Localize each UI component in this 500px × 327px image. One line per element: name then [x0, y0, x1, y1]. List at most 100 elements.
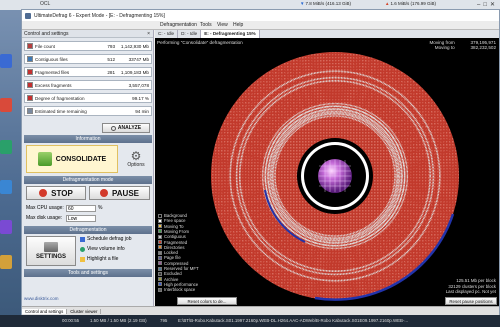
legend-item[interactable]: Background [158, 213, 187, 218]
stat-icon [27, 43, 33, 49]
max-cpu-select[interactable]: 60 [66, 204, 96, 212]
block-info: 125.51 Mb per block 32129 clusters per b… [446, 278, 496, 295]
view-volume-link[interactable]: View volume info [80, 246, 125, 252]
legend-label: Locked [164, 250, 178, 256]
legend-swatch [158, 282, 162, 287]
cluster-viewer: C: - Idle D: - Idle E: - Defragmenting 1… [155, 30, 499, 306]
footer-transfer: 1.50 MB / 1.50 MB (2.19 GB) [90, 318, 147, 323]
desktop-icon-3[interactable] [0, 140, 12, 154]
legend-item[interactable]: Moving From [158, 229, 189, 234]
pause-button[interactable]: PAUSE [89, 186, 150, 200]
stat-icon [27, 108, 33, 114]
legend-item[interactable]: Locked [158, 250, 178, 255]
footer-url[interactable]: www.disktrix.com [24, 296, 59, 301]
highlight-label: Highlight a file [87, 256, 119, 262]
tab-control-settings[interactable]: Control and settings [22, 308, 68, 314]
stat-value: 3,557,078 [128, 82, 149, 88]
stat-row: File count 793 1,142,930 Mb [24, 41, 152, 51]
window-title: UltimateDefrag 6 - Expert Mode - [E: - D… [34, 12, 165, 19]
stat-size: 33747 Mb [128, 56, 149, 62]
pause-icon [100, 189, 109, 197]
desktop-icon-6[interactable] [0, 255, 12, 269]
stat-count: 281 [107, 69, 115, 75]
stat-size: 1,142,930 Mb [120, 43, 149, 49]
reset-pause-button[interactable]: Reset pause positions [445, 297, 497, 305]
stat-icon [27, 95, 33, 101]
disk-map[interactable] [155, 30, 499, 306]
maximize-icon[interactable]: □ [483, 2, 490, 8]
arrow-up-icon: ▲ [385, 1, 390, 6]
net-down-value: 7.8 MiB/s (416.13 GiB) [305, 1, 351, 6]
legend-item[interactable]: Free space [158, 218, 186, 223]
legend-swatch [158, 218, 162, 223]
legend-label: Fragmented [164, 239, 188, 245]
menu-tools[interactable]: Tools [200, 22, 212, 28]
consolidate-icon [37, 152, 52, 166]
stat-icon [27, 56, 33, 62]
schedule-label: Schedule defrag job [87, 236, 132, 242]
menu-view[interactable]: View [217, 22, 228, 28]
close-icon[interactable]: ✕ [490, 2, 498, 8]
stop-icon [39, 189, 48, 197]
legend-item[interactable]: Moving To [158, 224, 184, 229]
last-displayed: Last displayed pc. Not yet [445, 289, 496, 294]
legend-item[interactable]: Directories [158, 245, 185, 250]
information-header: Information [24, 135, 152, 143]
settings-label: SETTINGS [35, 254, 66, 260]
highlight-file-link[interactable]: Highlight a file [80, 256, 118, 262]
legend-swatch [158, 245, 162, 250]
legend-label: Contiguous [164, 234, 186, 240]
stat-size: 1,109,183 Mb [120, 69, 149, 75]
settings-button[interactable]: SETTINGS [26, 236, 76, 266]
stat-label: Contiguous files [35, 56, 68, 62]
schedule-link[interactable]: Schedule defrag job [80, 236, 131, 242]
max-disk-select[interactable]: Low [66, 214, 96, 222]
legend-item[interactable]: Fragmented [158, 240, 187, 245]
legend-label: Free space [164, 218, 186, 224]
legend-item[interactable]: Contiguous [158, 234, 186, 239]
max-cpu-row: Max CPU usage: 60 % [26, 204, 150, 212]
info-icon [80, 246, 85, 252]
stat-label: Degree of fragmentation [35, 95, 85, 101]
stat-label: Fragmented files [35, 69, 70, 75]
legend-item[interactable]: Excluded [158, 271, 182, 276]
arrow-down-icon: ▼ [300, 1, 305, 6]
legend-label: Excluded [164, 271, 182, 277]
desktop-icon-2[interactable] [0, 98, 12, 112]
desktop-icon-1[interactable] [0, 54, 12, 68]
legend-item[interactable]: Page file [158, 255, 181, 260]
legend-item[interactable]: Archive [158, 277, 178, 282]
tab-cluster-viewer[interactable]: Cluster viewer [67, 308, 102, 314]
consolidate-button[interactable]: CONSOLIDATE [26, 145, 118, 173]
stat-count: 793 [107, 43, 115, 49]
legend-item[interactable]: Interblock space [158, 287, 195, 292]
options-button[interactable]: ⚙ Options [122, 145, 150, 173]
legend-swatch [158, 287, 162, 292]
pin-icon[interactable]: × [147, 30, 150, 37]
legend-label: High performance [164, 281, 199, 287]
legend-label: Directories [164, 244, 185, 250]
analyze-button[interactable]: ANALYZE [102, 123, 150, 133]
stat-icon [27, 69, 33, 75]
desktop-icon-4[interactable] [0, 180, 12, 194]
legend-swatch [158, 271, 162, 276]
legend-swatch [158, 234, 162, 239]
menu-help[interactable]: Help [233, 22, 243, 28]
legend-swatch [158, 240, 162, 244]
top-label: OCL [40, 1, 51, 7]
consolidate-label: CONSOLIDATE [55, 155, 107, 163]
stat-row: Estimated time remaining 94 min [24, 106, 152, 116]
stop-button[interactable]: STOP [26, 186, 86, 200]
legend-item[interactable]: High performance [158, 282, 198, 287]
legend-label: Background [164, 213, 187, 218]
settings-icon [44, 242, 58, 252]
desktop-icon-5[interactable] [0, 220, 12, 234]
max-disk-row: Max disk usage: Low [26, 214, 150, 222]
legend-swatch [158, 261, 162, 266]
analyze-label: ANALYZE [117, 125, 142, 131]
legend-item[interactable]: Compressed [158, 261, 188, 266]
menu-defragmentation[interactable]: Defragmentation [160, 22, 197, 28]
defragmentation-header: Defragmentation [24, 226, 152, 234]
reset-colors-button[interactable]: Reset colors to de... [177, 297, 237, 305]
legend-item[interactable]: Reserved for MFT [158, 266, 199, 271]
